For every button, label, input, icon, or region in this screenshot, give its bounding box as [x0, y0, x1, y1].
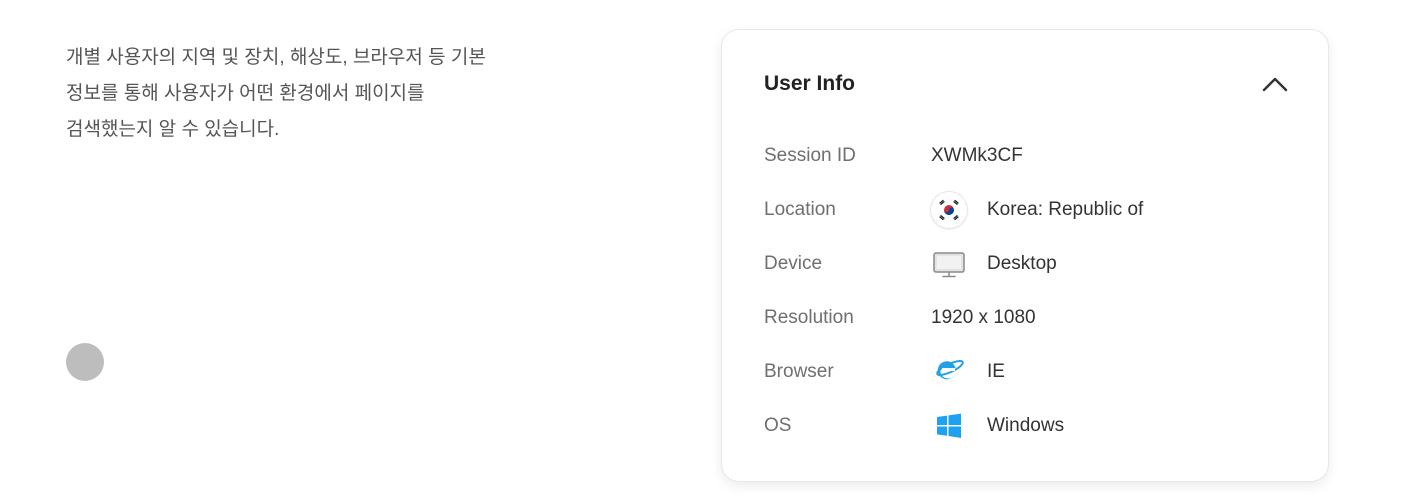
monitor-icon — [931, 249, 967, 279]
info-row-browser: Browser IE — [764, 357, 1304, 387]
internet-explorer-icon — [931, 357, 967, 387]
description-line: 개별 사용자의 지역 및 장치, 해상도, 브라우저 등 기본 — [66, 47, 486, 68]
row-label: Device — [764, 253, 823, 274]
description-line: 검색했는지 알 수 있습니다. — [66, 119, 280, 140]
row-value: 1920 x 1080 — [931, 303, 1036, 333]
row-value: Desktop — [931, 249, 1057, 279]
info-row-device: Device Desktop — [764, 249, 1304, 279]
row-value: XWMk3CF — [931, 141, 1023, 171]
row-label: Location — [764, 199, 836, 220]
korea-flag-icon — [931, 192, 967, 228]
session-id-value: XWMk3CF — [931, 145, 1023, 166]
row-value: Korea: Republic of — [931, 192, 1144, 228]
device-value: Desktop — [987, 253, 1057, 274]
row-label: OS — [764, 415, 792, 436]
row-label: Session ID — [764, 145, 856, 166]
windows-icon — [931, 411, 967, 441]
user-info-card: User Info Session ID XWMk3CF Location Ko… — [721, 29, 1329, 482]
resolution-value: 1920 x 1080 — [931, 307, 1036, 328]
row-value: Windows — [931, 411, 1064, 441]
location-value: Korea: Republic of — [987, 199, 1144, 220]
row-label: Browser — [764, 361, 834, 382]
info-row-session-id: Session ID XWMk3CF — [764, 141, 1304, 171]
collapse-button[interactable] — [1258, 66, 1292, 100]
chevron-up-icon — [1262, 77, 1288, 92]
row-value: IE — [931, 357, 1005, 387]
description-line: 정보를 통해 사용자가 어떤 환경에서 페이지를 — [66, 83, 425, 104]
os-value: Windows — [987, 415, 1065, 436]
row-label: Resolution — [764, 307, 854, 328]
browser-value: IE — [987, 361, 1005, 382]
indicator-dot[interactable] — [66, 343, 104, 381]
description-text: 개별 사용자의 지역 및 장치, 해상도, 브라우저 등 기본 정보를 통해 사… — [66, 40, 666, 148]
info-row-resolution: Resolution 1920 x 1080 — [764, 303, 1304, 333]
info-row-os: OS Windows — [764, 411, 1304, 441]
info-row-location: Location Korea: Republic of — [764, 192, 1304, 228]
card-title: User Info — [764, 72, 856, 95]
